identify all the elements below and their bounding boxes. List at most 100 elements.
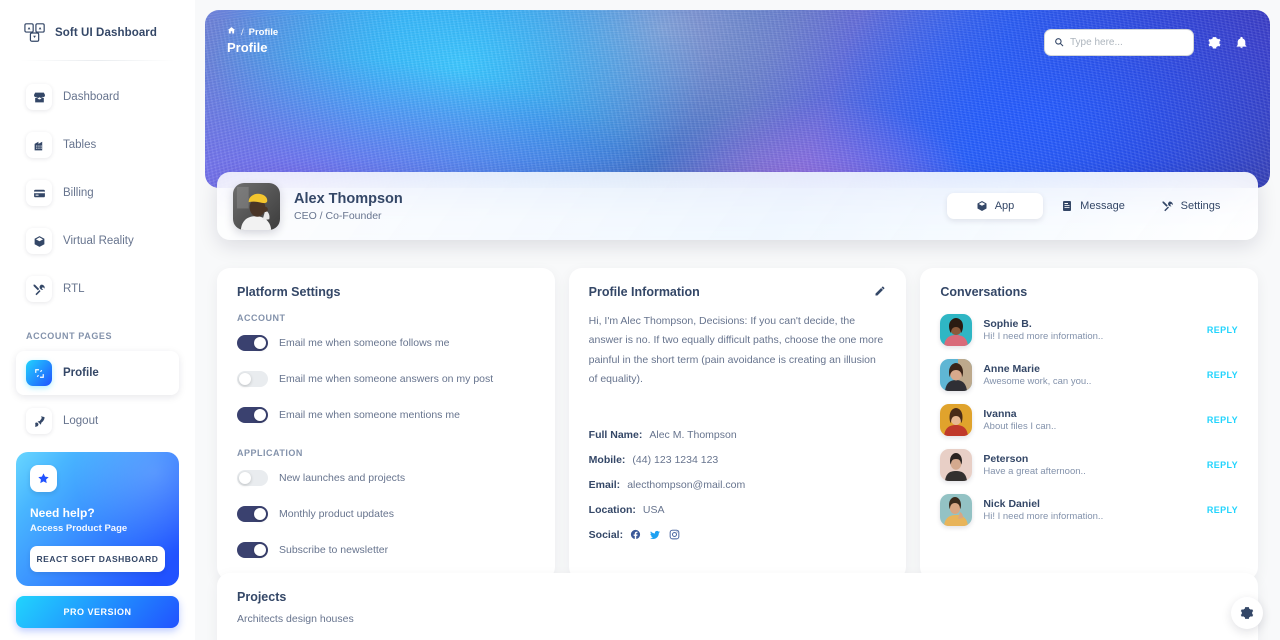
conversation-name: Peterson (983, 453, 1029, 465)
reply-button[interactable]: REPLY (1207, 460, 1238, 470)
toggle-answers-on-post[interactable] (237, 371, 268, 387)
sidebar-item-tables[interactable]: Tables (16, 123, 179, 167)
sidebar-item-label: Dashboard (63, 91, 120, 103)
projects-card: Projects Architects design houses (217, 573, 1258, 640)
profile-information-body: Hi, I'm Alec Thompson, Decisions: If you… (569, 299, 907, 578)
conversation-name: Sophie B. (983, 318, 1032, 330)
info-row-social: Social: (589, 529, 887, 541)
conversation-item[interactable]: Ivanna About files I can.. REPLY (940, 404, 1238, 436)
home-icon[interactable] (227, 26, 236, 38)
setting-label: Subscribe to newsletter (279, 544, 389, 556)
card-title: Platform Settings (237, 285, 341, 299)
projects-subtitle: Architects design houses (237, 613, 354, 625)
reply-button[interactable]: REPLY (1207, 325, 1238, 335)
info-value: alecthompson@mail.com (627, 478, 746, 491)
instagram-icon[interactable] (669, 529, 680, 540)
toggle-follows-me[interactable] (237, 335, 268, 351)
sidebar-item-dashboard[interactable]: Dashboard (16, 75, 179, 119)
conversation-text: Sophie B. Hi! I need more information.. (983, 318, 1103, 342)
reply-button[interactable]: REPLY (1207, 505, 1238, 515)
sidebar-item-logout[interactable]: Logout (16, 399, 179, 443)
tab-label: Settings (1180, 200, 1221, 212)
avatar (940, 314, 973, 346)
conversation-item[interactable]: Nick Daniel Hi! I need more information.… (940, 494, 1238, 526)
conversation-message: Hi! I need more information.. (983, 511, 1104, 522)
reply-button[interactable]: REPLY (1207, 415, 1238, 425)
search-box[interactable] (1044, 29, 1194, 56)
tab-message[interactable]: Message (1045, 193, 1141, 219)
sidebar-section-label: ACCOUNT PAGES (26, 331, 113, 341)
info-row-full-name: Full Name: Alec M. Thompson (589, 429, 887, 441)
setting-label: New launches and projects (279, 472, 406, 484)
pro-version-button[interactable]: PRO VERSION (16, 596, 179, 628)
sidebar-item-label: Profile (63, 367, 99, 379)
office-icon (26, 132, 52, 158)
profile-identity: Alex Thompson CEO / Co-Founder (294, 190, 403, 221)
twitter-icon[interactable] (649, 529, 661, 541)
setting-label: Monthly product updates (279, 508, 394, 520)
box-3d-icon (26, 228, 52, 254)
conversation-item[interactable]: Sophie B. Hi! I need more information.. … (940, 314, 1238, 346)
avatar (940, 494, 973, 526)
conversation-name: Nick Daniel (983, 498, 1040, 510)
bell-icon[interactable] (1234, 36, 1248, 50)
conversation-message: Have a great afternoon.. (983, 466, 1086, 477)
toggle-mentions-me[interactable] (237, 407, 268, 423)
sidebar-item-label: Tables (63, 139, 97, 151)
cube-icon (976, 200, 988, 212)
tab-label: Message (1080, 200, 1125, 212)
brand-name: Soft UI Dashboard (55, 27, 158, 39)
info-key: Location: (588, 503, 636, 516)
toggle-newsletter[interactable] (237, 542, 268, 558)
breadcrumb: / Profile Profile (227, 26, 279, 56)
reply-button[interactable]: REPLY (1207, 370, 1238, 380)
facebook-icon[interactable] (630, 529, 641, 540)
sidebar-item-profile[interactable]: Profile (16, 351, 179, 395)
pencil-icon[interactable] (874, 285, 886, 297)
settings-fab[interactable] (1231, 597, 1263, 629)
breadcrumb-current[interactable]: Profile (249, 27, 279, 38)
conversation-message: About files I can.. (983, 421, 1057, 432)
sidebar-item-billing[interactable]: Billing (16, 171, 179, 215)
profile-role: CEO / Co-Founder (294, 209, 382, 222)
help-title: Need help? (30, 506, 95, 520)
conversation-text: Anne Marie Awesome work, can you.. (983, 363, 1091, 387)
sidebar-item-rtl[interactable]: RTL (16, 267, 179, 311)
tab-app[interactable]: App (947, 193, 1043, 219)
gear-icon[interactable] (1207, 36, 1221, 50)
conversation-text: Peterson Have a great afternoon.. (983, 453, 1085, 477)
react-soft-dashboard-button[interactable]: REACT SOFT DASHBOARD (30, 546, 165, 572)
avatar (940, 449, 973, 481)
card-title: Profile Information (588, 285, 700, 299)
card-header: Profile Information (569, 268, 907, 299)
toggle-monthly-updates[interactable] (237, 506, 268, 522)
cards-row: Platform Settings ACCOUNT Email me when … (205, 268, 1270, 580)
tab-settings[interactable]: Settings (1143, 193, 1239, 219)
profile-description: Hi, I'm Alec Thompson, Decisions: If you… (588, 315, 884, 386)
application-section-label: APPLICATION (237, 448, 303, 458)
star-icon (30, 465, 57, 492)
search-input[interactable] (1070, 37, 1184, 48)
card-title: Conversations (940, 285, 1028, 299)
avatar[interactable] (233, 182, 280, 230)
sidebar-item-label: Billing (63, 187, 94, 199)
sidebar-item-virtual-reality[interactable]: Virtual Reality (16, 219, 179, 263)
toggle-new-launches[interactable] (237, 470, 268, 486)
conversation-item[interactable]: Peterson Have a great afternoon.. REPLY (940, 449, 1238, 481)
conversation-item[interactable]: Anne Marie Awesome work, can you.. REPLY (940, 359, 1238, 391)
setting-row: Email me when someone follows me (237, 335, 535, 351)
info-row-mobile: Mobile: (44) 123 1234 123 (589, 454, 887, 466)
main-content: / Profile Profile Type here... Alex Thom… (195, 0, 1280, 640)
platform-settings-card: Platform Settings ACCOUNT Email me when … (217, 268, 555, 580)
brand[interactable]: Soft UI Dashboard (16, 0, 179, 58)
platform-settings-body: ACCOUNT Email me when someone follows me… (217, 299, 555, 580)
projects-title: Projects (237, 590, 287, 604)
info-key: Social: (588, 528, 624, 541)
setting-label: Email me when someone answers on my post (279, 373, 494, 385)
conversation-message: Hi! I need more information.. (983, 331, 1104, 342)
setting-row: New launches and projects (237, 470, 535, 486)
profile-information-card: Profile Information Hi, I'm Alec Thompso… (568, 268, 907, 580)
profile-icon (26, 360, 52, 386)
social-links (630, 529, 680, 541)
